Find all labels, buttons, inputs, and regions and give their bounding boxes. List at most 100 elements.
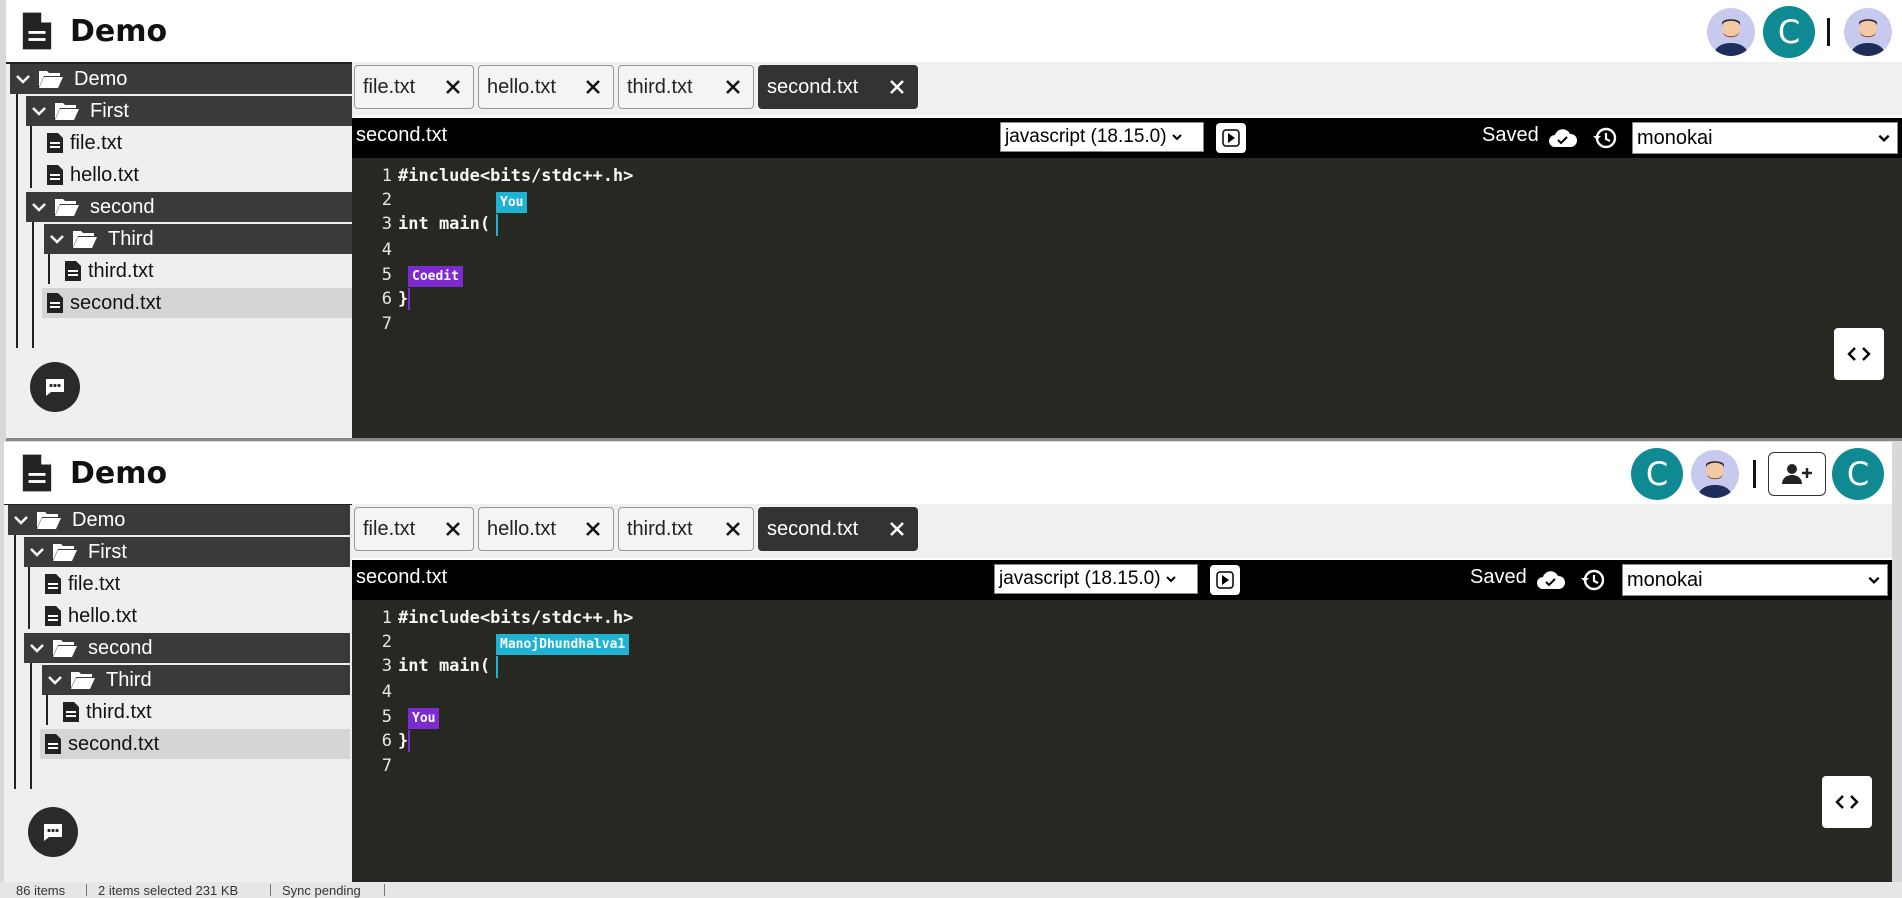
close-icon[interactable] [723,77,743,97]
close-icon[interactable] [443,519,463,539]
tree-folder-first[interactable]: First [26,96,352,126]
avatar-c[interactable]: C [1631,448,1683,500]
chat-button[interactable] [30,362,80,412]
app-header: Demo C C [4,442,1892,506]
top-window: Demo C Demo First file.txt hello.txt sec… [6,0,1902,441]
chevron-down-icon [14,516,28,525]
folder-open-icon [55,103,79,120]
file-icon [47,293,63,313]
editor-toolbar: second.txt javascript (18.15.0) Saved mo… [352,560,1892,600]
chevron-down-icon [48,676,62,685]
code-toggle-button[interactable] [1834,328,1884,380]
separator [1827,18,1830,46]
line-number: 4 [381,682,392,702]
tree-file-third-txt[interactable]: third.txt [60,256,352,286]
chevron-down-icon [1171,134,1182,141]
language-select[interactable]: javascript (18.15.0) [994,564,1198,594]
cloud-check-icon [1537,571,1566,589]
history-icon[interactable] [1580,567,1606,593]
theme-select[interactable]: monokai [1622,564,1888,596]
file-icon [45,606,61,626]
line-number: 6 [381,289,392,309]
tree-label: Demo [74,67,128,90]
close-icon[interactable] [583,519,603,539]
code-toggle-button[interactable] [1822,776,1872,828]
status-item-count: 86 items [16,883,66,898]
avatar[interactable] [1689,448,1741,500]
tab-third-txt[interactable]: third.txt [618,507,754,551]
file-icon [47,133,63,153]
avatar-c[interactable]: C [1832,448,1884,500]
run-button[interactable] [1210,565,1240,595]
tree-label: second [90,195,155,218]
line-number: 7 [381,756,392,776]
status-divider [384,884,385,896]
chevron-down-icon [50,235,64,244]
chevron-down-icon [1868,576,1880,584]
line-number: 3 [381,656,392,676]
tree-folder-second[interactable]: second [26,192,352,222]
tree-folder-demo[interactable]: Demo [8,505,350,535]
tree-folder-third[interactable]: Third [44,224,352,254]
avatar[interactable] [1705,6,1757,58]
tab-hello-txt[interactable]: hello.txt [478,507,614,551]
run-button[interactable] [1216,123,1246,153]
tree-label: second [88,636,153,659]
tree-file-hello-txt[interactable]: hello.txt [40,601,350,631]
code-editor[interactable]: 1 2 3 4 5 6 7 #include<bits/stdc++.h> in… [352,158,1902,438]
line-number: 2 [381,190,392,210]
code-editor[interactable]: 1 2 3 4 5 6 7 #include<bits/stdc++.h> in… [352,600,1892,882]
collaborators: C C [1631,448,1884,500]
tab-file-txt[interactable]: file.txt [354,65,474,109]
editor-toolbar: second.txt javascript (18.15.0) Saved mo… [352,118,1902,158]
tab-second-txt[interactable]: second.txt [758,507,918,551]
close-icon[interactable] [887,77,907,97]
file-logo-icon [22,12,52,50]
close-icon[interactable] [443,77,463,97]
tree-file-hello-txt[interactable]: hello.txt [42,160,352,190]
theme-value: monokai [1637,126,1713,149]
tab-third-txt[interactable]: third.txt [618,65,754,109]
tree-file-second-txt[interactable]: second.txt [40,729,350,759]
tab-second-txt[interactable]: second.txt [758,65,918,109]
avatar-c[interactable]: C [1763,6,1815,58]
close-icon[interactable] [583,77,603,97]
tree-guide [48,252,50,284]
tree-guide [16,94,18,348]
history-icon[interactable] [1592,125,1618,151]
tree-folder-second[interactable]: second [24,633,350,663]
tab-file-txt[interactable]: file.txt [354,507,474,551]
add-user-button[interactable] [1768,452,1826,496]
app-title: Demo [70,455,168,491]
tab-label: hello.txt [487,75,556,98]
tab-label: file.txt [363,75,416,98]
tree-file-third-txt[interactable]: third.txt [58,697,350,727]
tree-label: second.txt [68,732,160,755]
tree-folder-third[interactable]: Third [42,665,350,695]
close-icon[interactable] [887,519,907,539]
tree-file-file-txt[interactable]: file.txt [42,128,352,158]
tree-file-file-txt[interactable]: file.txt [40,569,350,599]
tab-bar: file.txt hello.txt third.txt second.txt [352,504,1892,558]
line-number: 3 [381,214,392,234]
language-select[interactable]: javascript (18.15.0) [1000,122,1204,152]
tab-hello-txt[interactable]: hello.txt [478,65,614,109]
tab-label: second.txt [767,75,859,98]
tree-guide [46,693,48,725]
tree-file-second-txt[interactable]: second.txt [42,288,352,318]
tree-label: Third [108,227,154,250]
close-icon[interactable] [723,519,743,539]
tab-label: third.txt [627,517,693,540]
chat-button[interactable] [28,807,78,857]
code-line: int main( [398,214,491,234]
theme-select[interactable]: monokai [1632,122,1898,154]
line-number: 6 [381,731,392,751]
language-value: javascript (18.15.0) [999,568,1161,589]
avatar[interactable] [1842,6,1894,58]
file-tree: Demo First file.txt hello.txt second Thi… [4,505,352,882]
tree-folder-demo[interactable]: Demo [10,64,352,94]
theme-value: monokai [1627,568,1703,591]
chat-icon [46,379,64,396]
tree-folder-first[interactable]: First [24,537,350,567]
tree-guide [30,661,32,789]
